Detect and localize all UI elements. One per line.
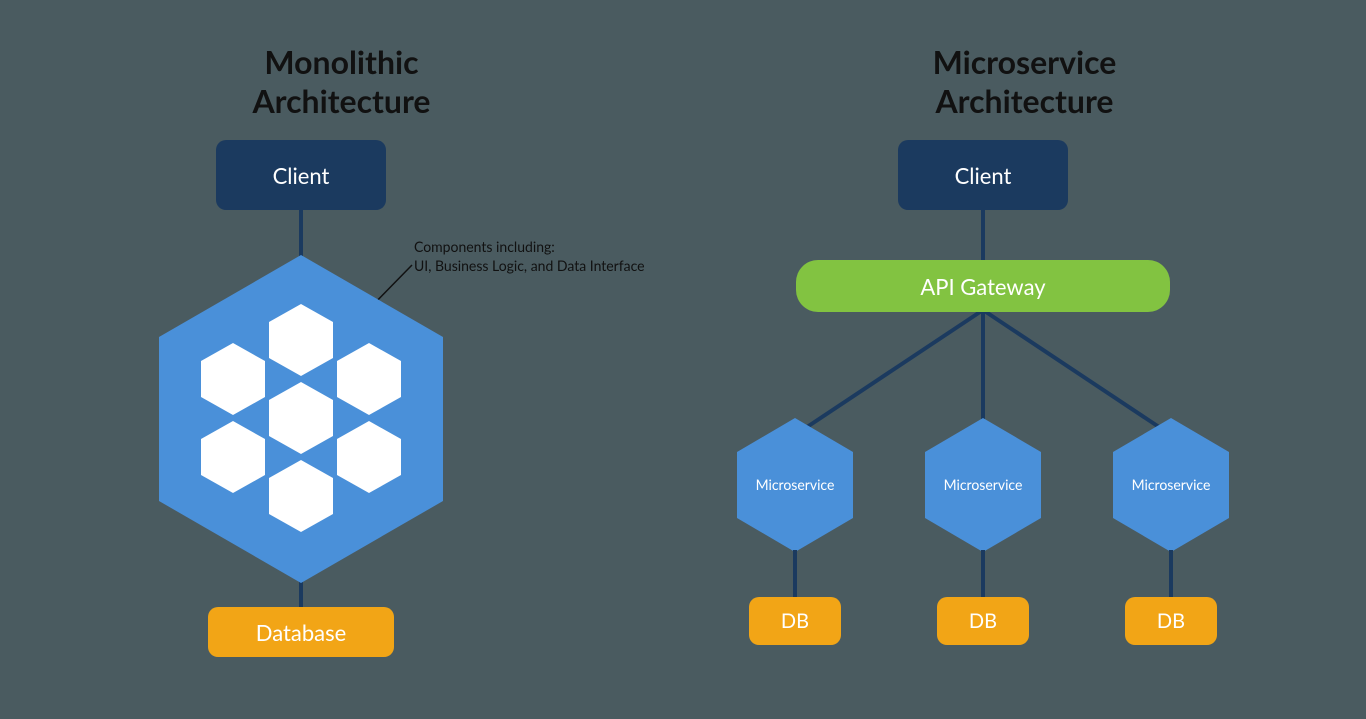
microservice-db-box-1: DB xyxy=(749,597,841,645)
database-label: Database xyxy=(256,619,346,646)
title-line-2: Architecture xyxy=(252,81,430,120)
title-line-2: Architecture xyxy=(935,81,1113,120)
db-label: DB xyxy=(969,609,997,633)
microservice-hex-label-2: Microservice xyxy=(933,476,1033,493)
db-label: DB xyxy=(781,609,809,633)
monolithic-client-box: Client xyxy=(216,140,386,210)
client-label: Client xyxy=(273,162,330,189)
title-line-1: Microservice xyxy=(933,42,1117,81)
client-label: Client xyxy=(955,162,1012,189)
microservice-hex-label-3: Microservice xyxy=(1121,476,1221,493)
title-line-1: Monolithic xyxy=(264,42,418,81)
api-gateway-box: API Gateway xyxy=(796,260,1170,312)
annotation-line-1: Components including: xyxy=(414,238,555,255)
db-label: DB xyxy=(1157,609,1185,633)
microservice-client-box: Client xyxy=(898,140,1068,210)
gateway-label: API Gateway xyxy=(920,273,1045,300)
microservice-diagram: Microservice Architecture Client API Gat… xyxy=(683,0,1366,719)
components-annotation: Components including: UI, Business Logic… xyxy=(414,238,645,276)
monolithic-title: Monolithic Architecture xyxy=(0,42,683,120)
microservice-db-box-3: DB xyxy=(1125,597,1217,645)
monolithic-diagram: Monolithic Architecture Client Component… xyxy=(0,0,683,719)
monolithic-database-box: Database xyxy=(208,607,394,657)
microservice-hex-label-1: Microservice xyxy=(745,476,845,493)
microservice-title: Microservice Architecture xyxy=(683,42,1366,120)
microservice-db-box-2: DB xyxy=(937,597,1029,645)
annotation-line-2: UI, Business Logic, and Data Interface xyxy=(414,257,645,274)
